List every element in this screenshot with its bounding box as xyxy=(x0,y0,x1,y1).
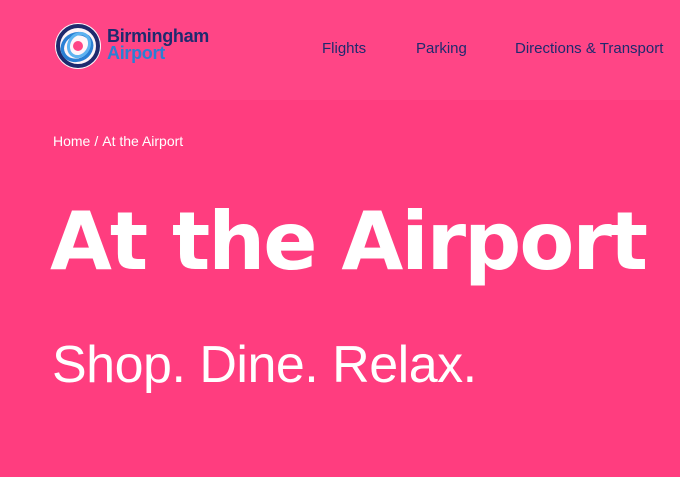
main-navigation: Flights Parking Directions & Transport xyxy=(0,40,680,60)
breadcrumb-home-link[interactable]: Home xyxy=(53,133,90,149)
nav-item-directions-transport[interactable]: Directions & Transport xyxy=(515,40,663,57)
nav-item-flights[interactable]: Flights xyxy=(322,40,366,57)
breadcrumb-current: At the Airport xyxy=(102,133,184,149)
page-title: At the Airport xyxy=(50,195,648,288)
breadcrumb-separator: / xyxy=(94,133,99,149)
page-subtitle: Shop. Dine. Relax. xyxy=(52,336,477,394)
breadcrumb: Home / At the Airport xyxy=(53,133,183,149)
site-header: Birmingham Airport Flights Parking Direc… xyxy=(0,0,680,100)
nav-item-parking[interactable]: Parking xyxy=(416,40,467,57)
